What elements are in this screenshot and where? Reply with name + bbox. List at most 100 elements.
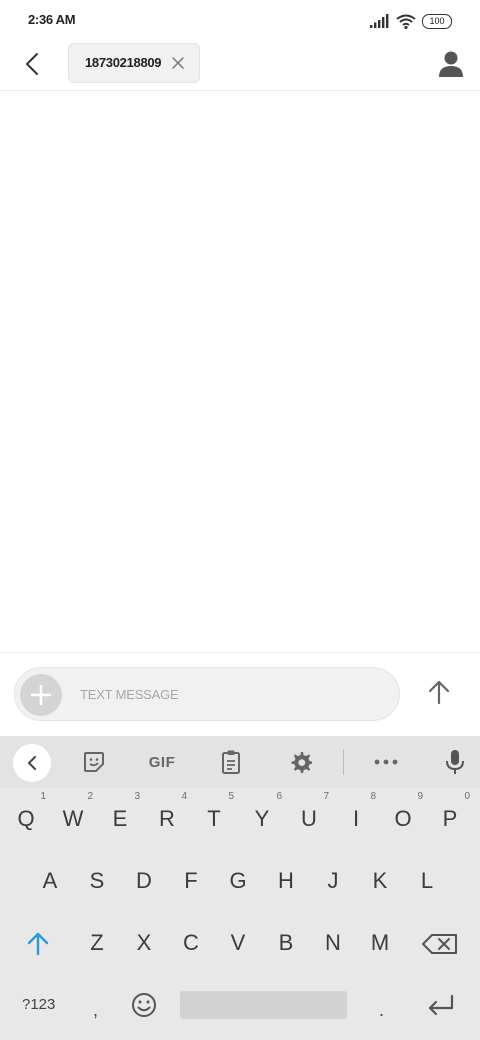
key-i[interactable]: 8 I (334, 791, 378, 848)
key-hint: 1 (40, 791, 46, 802)
sticker-icon (84, 752, 104, 772)
chevron-left-icon (28, 756, 36, 770)
gif-button[interactable]: GIF (144, 748, 180, 776)
key-e[interactable]: 3 E (98, 791, 142, 848)
key-label: C (183, 930, 199, 955)
key-label: K (372, 868, 388, 893)
space-key[interactable] (180, 991, 347, 1019)
toolbar-collapse-button[interactable] (13, 744, 51, 782)
keyboard: G I F 1 Q 2 W 3 E 4 R 5 T 6 Y 7 U 8 I 9 O … (0, 736, 480, 1040)
key-label: E (112, 806, 128, 831)
voice-input-button[interactable] (441, 748, 469, 776)
key-label: N (325, 930, 341, 955)
key-b[interactable]: B (264, 916, 308, 972)
key-hint: 0 (464, 791, 470, 802)
key-p[interactable]: 0 P (428, 791, 472, 848)
plus-icon (30, 684, 52, 706)
message-placeholder: TEXT MESSAGE (80, 687, 179, 702)
send-arrow-icon[interactable] (424, 677, 454, 707)
recipient-chip[interactable]: 18730218809 (68, 43, 200, 83)
key-label: T (207, 806, 221, 831)
shift-arrow-icon (27, 932, 49, 956)
key-m[interactable]: M (358, 916, 402, 972)
key-q[interactable]: 1 Q (4, 791, 48, 848)
key-w[interactable]: 2 W (51, 791, 95, 848)
key-label: V (230, 930, 246, 955)
key-z[interactable]: Z (75, 916, 119, 972)
key-hint: 8 (370, 791, 376, 802)
close-icon[interactable] (171, 56, 185, 70)
key-j[interactable]: J (311, 854, 355, 910)
key-r[interactable]: 4 R (145, 791, 189, 848)
key-label: L (420, 868, 434, 893)
key-g[interactable]: G (216, 854, 260, 910)
key-f[interactable]: F (169, 854, 213, 910)
settings-button[interactable] (287, 748, 315, 776)
key-u[interactable]: 7 U (287, 791, 331, 848)
key-hint: 9 (417, 791, 423, 802)
gif-label: GIF (148, 753, 176, 771)
key-hint: 2 (87, 791, 93, 802)
comma-key[interactable]: , (93, 1000, 98, 1021)
gear-icon (291, 752, 312, 773)
key-hint: 3 (134, 791, 140, 802)
key-label: O (394, 806, 412, 831)
key-a[interactable]: A (28, 854, 72, 910)
emoji-icon (132, 993, 156, 1017)
key-label: B (278, 930, 294, 955)
enter-key[interactable] (418, 976, 462, 1032)
key-k[interactable]: K (358, 854, 402, 910)
more-button[interactable] (372, 748, 400, 776)
key-label: G (229, 868, 247, 893)
backspace-key[interactable] (418, 916, 462, 972)
key-x[interactable]: X (122, 916, 166, 972)
enter-arrow-icon (428, 994, 454, 1016)
attach-button[interactable] (20, 674, 62, 716)
key-label: M (370, 930, 390, 955)
message-input[interactable]: TEXT MESSAGE (14, 667, 400, 721)
wifi-icon (396, 14, 416, 29)
key-y[interactable]: 6 Y (240, 791, 284, 848)
key-label: J (327, 868, 339, 893)
key-t[interactable]: 5 T (192, 791, 236, 848)
key-hint: 6 (276, 791, 282, 802)
key-label: S (89, 868, 105, 893)
key-label: Q (17, 806, 35, 831)
shift-key[interactable] (16, 916, 60, 972)
key-label: U (301, 806, 317, 831)
key-label: I (352, 806, 360, 831)
emoji-key[interactable] (122, 976, 166, 1032)
clipboard-icon (222, 750, 240, 774)
key-hint: 5 (228, 791, 234, 802)
clipboard-button[interactable] (217, 748, 245, 776)
status-time: 2:36 AM (28, 12, 76, 27)
key-s[interactable]: S (75, 854, 119, 910)
sticker-button[interactable] (80, 748, 108, 776)
key-o[interactable]: 9 O (381, 791, 425, 848)
more-dots-icon (374, 759, 398, 765)
back-arrow-icon[interactable] (20, 50, 48, 78)
recipient-number: 18730218809 (85, 55, 162, 70)
key-label: F (184, 868, 198, 893)
status-icons: 100 (370, 11, 452, 31)
key-label: R (159, 806, 175, 831)
contact-icon[interactable] (438, 50, 464, 78)
key-label: A (42, 868, 58, 893)
key-h[interactable]: H (264, 854, 308, 910)
key-c[interactable]: C (169, 916, 213, 972)
key-label: X (136, 930, 152, 955)
key-v[interactable]: V (216, 916, 260, 972)
key-label: Z (90, 930, 104, 955)
battery-indicator: 100 (422, 13, 452, 29)
key-n[interactable]: N (311, 916, 355, 972)
status-bar: 2:36 AM 100 (0, 0, 480, 42)
key-l[interactable]: L (405, 854, 449, 910)
key-d[interactable]: D (122, 854, 166, 910)
key-hint: 4 (181, 791, 187, 802)
period-key[interactable]: . (379, 1000, 384, 1021)
conversation-header: 18730218809 (0, 42, 480, 91)
toolbar-divider (343, 749, 344, 775)
microphone-icon (446, 750, 464, 774)
symbols-key[interactable]: ?123 (22, 996, 55, 1013)
keyboard-toolbar: GIF (0, 736, 480, 788)
